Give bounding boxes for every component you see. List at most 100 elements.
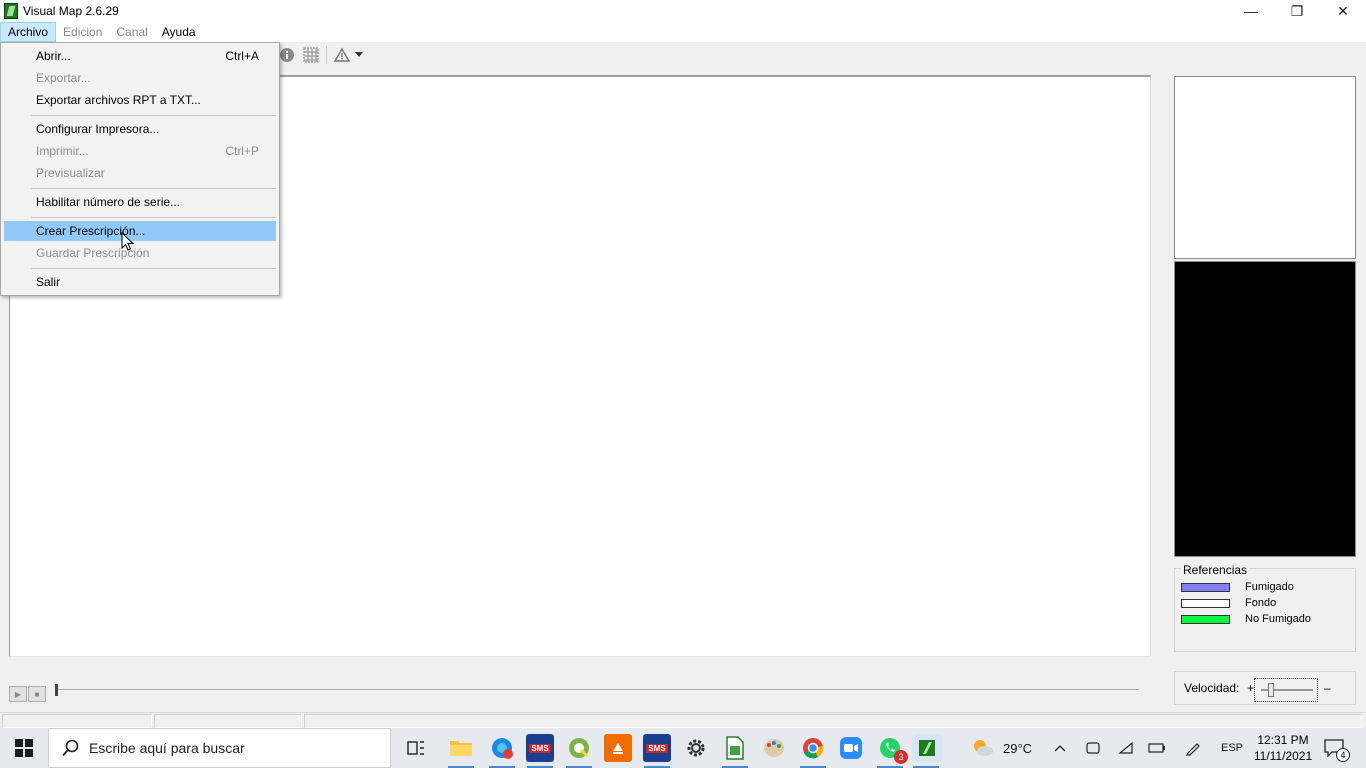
menu-item-label: Habilitar número de serie... bbox=[36, 195, 181, 209]
minimize-button[interactable]: — bbox=[1228, 0, 1274, 22]
sms-app-icon[interactable]: SMS bbox=[526, 734, 554, 768]
menu-item-label: Configurar Impresora... bbox=[36, 122, 160, 136]
menu-separator bbox=[31, 268, 276, 269]
archivo-menu: Abrir... Ctrl+A Exportar... Exportar arc… bbox=[0, 42, 280, 296]
app-icon bbox=[4, 3, 18, 19]
menu-item-exportar[interactable]: Exportar... bbox=[4, 68, 276, 88]
restore-button[interactable]: ❐ bbox=[1274, 0, 1320, 22]
toolbar-separator bbox=[326, 46, 327, 64]
menu-separator bbox=[31, 115, 276, 116]
settings-icon[interactable] bbox=[682, 734, 710, 762]
reference-item: Fondo bbox=[1181, 597, 1276, 609]
grid-icon[interactable] bbox=[303, 47, 319, 63]
timeline-thumb[interactable] bbox=[55, 684, 58, 696]
info-icon[interactable] bbox=[279, 47, 295, 63]
menu-separator bbox=[31, 188, 276, 189]
orange-app-icon[interactable] bbox=[604, 734, 632, 762]
notification-badge: 3 bbox=[894, 750, 908, 764]
clock-time: 12:31 PM bbox=[1257, 733, 1309, 747]
speed-label: Velocidad: bbox=[1184, 681, 1240, 695]
menu-item-label: Exportar... bbox=[36, 71, 91, 85]
weather-icon bbox=[974, 740, 993, 756]
window-controls: — ❐ ✕ bbox=[1228, 0, 1366, 22]
file-explorer-icon[interactable] bbox=[447, 734, 475, 768]
speed-slider-thumb[interactable] bbox=[1267, 683, 1274, 697]
clock-date: 11/11/2021 bbox=[1253, 749, 1313, 763]
show-hidden-icons-icon[interactable] bbox=[1054, 728, 1066, 768]
menu-item-imprimir[interactable]: Imprimir... Ctrl+P bbox=[4, 141, 276, 161]
app-label: SMS bbox=[529, 743, 551, 753]
taskbar: Escribe aquí para buscar SMS SMS 3 29°C … bbox=[0, 728, 1366, 768]
spreadsheet-icon[interactable] bbox=[721, 734, 749, 768]
references-group: Referencias Fumigado Fondo No Fumigado bbox=[1174, 563, 1356, 652]
menu-item-abrir[interactable]: Abrir... Ctrl+A bbox=[4, 46, 276, 66]
menu-item-salir[interactable]: Salir bbox=[4, 272, 276, 292]
menu-item-label: Salir bbox=[36, 275, 61, 289]
dropdown-arrow-icon[interactable] bbox=[354, 47, 364, 63]
reference-swatch bbox=[1181, 614, 1230, 624]
menu-edicion[interactable]: Edicion bbox=[56, 22, 109, 42]
reference-label: Fondo bbox=[1245, 597, 1277, 609]
playback-controls: ▶ ■ bbox=[9, 686, 47, 702]
status-bar bbox=[0, 712, 1366, 728]
visual-map-icon[interactable] bbox=[912, 734, 942, 768]
edge-icon[interactable] bbox=[488, 734, 516, 768]
reference-swatch bbox=[1181, 582, 1230, 592]
status-panel bbox=[304, 714, 1362, 728]
language-indicator[interactable]: ESP bbox=[1221, 728, 1243, 768]
menu-item-crear-prescripcion[interactable]: Crear Prescripción... bbox=[4, 221, 276, 241]
search-placeholder: Escribe aquí para buscar bbox=[89, 740, 245, 756]
taskbar-search[interactable]: Escribe aquí para buscar bbox=[48, 728, 391, 768]
speed-slider[interactable] bbox=[1254, 678, 1318, 702]
menu-item-shortcut: Ctrl+P bbox=[225, 144, 259, 158]
notification-count: 4 bbox=[1336, 748, 1350, 762]
search-icon bbox=[61, 738, 81, 758]
zoom-icon[interactable] bbox=[837, 734, 865, 762]
status-panel bbox=[2, 714, 152, 728]
meet-now-icon[interactable] bbox=[1086, 728, 1100, 768]
menu-item-previsualizar[interactable]: Previsualizar bbox=[4, 163, 276, 183]
task-view-icon[interactable] bbox=[402, 734, 430, 762]
reference-label: Fumigado bbox=[1245, 581, 1294, 593]
status-panel bbox=[154, 714, 302, 728]
overview-panel bbox=[1174, 76, 1356, 259]
chrome-icon[interactable] bbox=[799, 734, 827, 768]
qgis-icon[interactable] bbox=[565, 734, 593, 768]
speed-minus-label: – bbox=[1324, 681, 1331, 695]
menu-item-label: Previsualizar bbox=[36, 166, 105, 180]
weather-widget[interactable]: 29°C bbox=[972, 728, 1032, 768]
reference-item: No Fumigado bbox=[1181, 613, 1311, 625]
battery-icon[interactable] bbox=[1148, 728, 1166, 768]
menu-item-shortcut: Ctrl+A bbox=[225, 49, 259, 63]
play-button[interactable]: ▶ bbox=[9, 686, 27, 702]
whatsapp-icon[interactable]: 3 bbox=[876, 734, 908, 768]
stop-button[interactable]: ■ bbox=[28, 686, 46, 702]
warning-icon[interactable] bbox=[334, 47, 350, 63]
menu-canal[interactable]: Canal bbox=[109, 22, 154, 42]
menu-item-habilitar-serie[interactable]: Habilitar número de serie... bbox=[4, 192, 276, 212]
close-button[interactable]: ✕ bbox=[1320, 0, 1366, 22]
start-button[interactable] bbox=[0, 728, 48, 768]
menu-item-label: Imprimir... bbox=[36, 144, 89, 158]
menu-item-guardar-prescripcion[interactable]: Guardar Prescripción bbox=[4, 243, 276, 263]
menu-item-label: Exportar archivos RPT a TXT... bbox=[36, 93, 201, 107]
menu-ayuda[interactable]: Ayuda bbox=[155, 22, 203, 42]
timeline-track[interactable] bbox=[56, 689, 1139, 691]
reference-swatch bbox=[1181, 598, 1230, 608]
paint-icon[interactable] bbox=[760, 734, 788, 762]
menu-item-exportar-rpt[interactable]: Exportar archivos RPT a TXT... bbox=[4, 90, 276, 110]
network-icon[interactable] bbox=[1118, 728, 1134, 768]
speed-plus-label: + bbox=[1247, 681, 1255, 695]
menu-bar: Archivo Edicion Canal Ayuda bbox=[0, 22, 1366, 42]
reference-label: No Fumigado bbox=[1245, 613, 1312, 625]
menu-item-configurar-impresora[interactable]: Configurar Impresora... bbox=[4, 119, 276, 139]
menu-separator bbox=[31, 217, 276, 218]
menu-archivo[interactable]: Archivo bbox=[0, 22, 57, 42]
speed-control: Velocidad: + – bbox=[1174, 671, 1356, 705]
clock[interactable]: 12:31 PM 11/11/2021 bbox=[1250, 732, 1316, 764]
pen-icon[interactable] bbox=[1185, 728, 1201, 768]
sms-app-icon-2[interactable]: SMS bbox=[643, 734, 671, 768]
mouse-cursor-icon bbox=[121, 232, 135, 251]
notifications-icon[interactable]: 4 bbox=[1324, 728, 1350, 768]
title-bar: Visual Map 2.6.29 — ❐ ✕ bbox=[0, 0, 1366, 22]
